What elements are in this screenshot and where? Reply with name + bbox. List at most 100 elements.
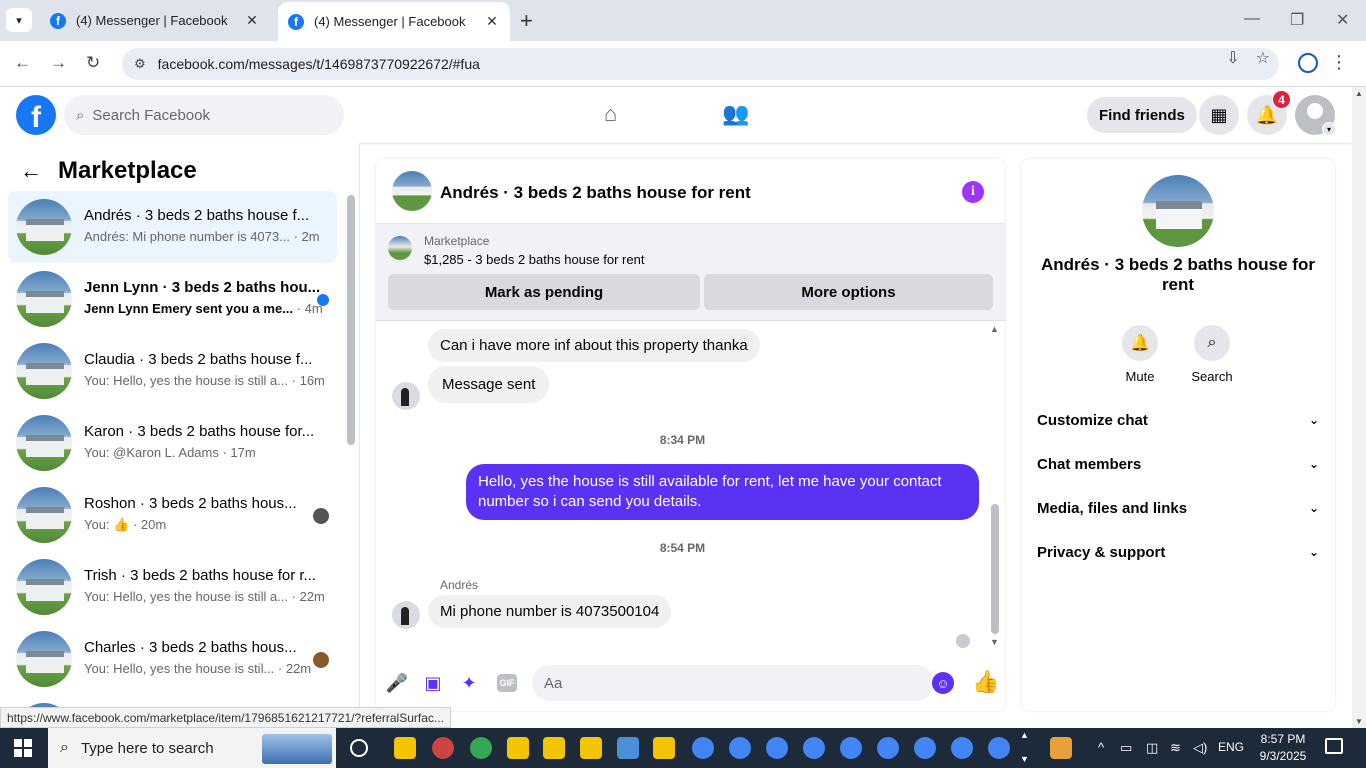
file-explorer-icon[interactable]: [580, 737, 602, 759]
action-center-icon[interactable]: [1325, 738, 1343, 754]
privacy-support-row[interactable]: Privacy & support ⌄: [1037, 530, 1319, 574]
mute-button[interactable]: 🔔 Mute: [1110, 325, 1170, 384]
file-explorer-icon[interactable]: [543, 737, 565, 759]
app-icon[interactable]: [394, 737, 416, 759]
minimize-icon[interactable]: —: [1244, 10, 1260, 28]
chrome-icon[interactable]: [470, 737, 492, 759]
site-info-icon[interactable]: ⚙: [134, 56, 146, 72]
chrome-icon[interactable]: [877, 737, 899, 759]
browser-menu-icon[interactable]: ⋮: [1330, 52, 1348, 73]
app-icon[interactable]: [617, 737, 639, 759]
scroll-up-icon[interactable]: ▲: [1355, 89, 1363, 98]
forward-icon[interactable]: →: [50, 53, 67, 73]
microphone-icon[interactable]: 🎤: [386, 672, 408, 694]
chrome-icon[interactable]: [951, 737, 973, 759]
more-options-button[interactable]: More options: [704, 274, 993, 310]
menu-grid-icon[interactable]: ▦: [1199, 95, 1239, 135]
chat-list-item[interactable]: Claudia · 3 beds 2 baths house f... You:…: [8, 335, 337, 407]
taskbar-search-input[interactable]: ⌕ Type here to search: [48, 728, 336, 768]
url-bar[interactable]: ⚙ facebook.com/messages/t/14698737709226…: [122, 48, 1279, 80]
taskbar-scroll-up-icon[interactable]: ▲: [1020, 730, 1029, 740]
chrome-icon[interactable]: [803, 737, 825, 759]
conversation-title[interactable]: Andrés · 3 beds 2 baths house for rent: [440, 183, 751, 203]
chat-list-item[interactable]: Karon · 3 beds 2 baths house for... You:…: [8, 407, 337, 479]
chat-preview: You: Hello, yes the house is still a...: [84, 373, 289, 388]
chat-list-item[interactable]: Jenn Lynn · 3 beds 2 baths hou... Jenn L…: [8, 263, 337, 335]
window-close-icon[interactable]: ✕: [1336, 10, 1349, 30]
mark-as-pending-button[interactable]: Mark as pending: [388, 274, 700, 310]
browser-tab-1[interactable]: f (4) Messenger | Facebook ✕: [40, 0, 270, 41]
conversation-avatar[interactable]: [392, 171, 432, 211]
photo-icon[interactable]: ▣: [422, 672, 444, 694]
task-view-icon[interactable]: [350, 739, 368, 757]
media-files-links-row[interactable]: Media, files and links ⌄: [1037, 486, 1319, 530]
install-app-icon[interactable]: ⇩: [1226, 48, 1239, 68]
page-scrollbar[interactable]: ▲ ▼: [1352, 87, 1366, 728]
find-friends-button[interactable]: Find friends: [1087, 97, 1197, 133]
chrome-icon[interactable]: [692, 737, 714, 759]
emoji-icon[interactable]: ☺: [932, 672, 954, 694]
chat-list-item[interactable]: Roshon · 3 beds 2 baths hous... You: 👍 ·…: [8, 479, 337, 551]
thread-scrollbar[interactable]: [991, 504, 999, 634]
close-tab-icon[interactable]: ✕: [244, 12, 260, 29]
file-explorer-icon[interactable]: [653, 737, 675, 759]
friends-icon[interactable]: 👥: [722, 101, 749, 127]
language-indicator[interactable]: ENG: [1218, 740, 1244, 754]
address-bar-row: ← → ↻ ⚙ facebook.com/messages/t/14698737…: [0, 41, 1366, 87]
browser-profile-icon[interactable]: [1298, 53, 1318, 73]
volume-icon[interactable]: ◁): [1193, 740, 1207, 756]
message-input[interactable]: Aa: [532, 665, 934, 701]
facebook-search-input[interactable]: ⌕ Search Facebook: [64, 95, 344, 135]
chat-members-row[interactable]: Chat members ⌄: [1037, 442, 1319, 486]
meet-icon[interactable]: ◫: [1146, 740, 1158, 756]
listing-thumbnail: [16, 343, 72, 399]
back-arrow-icon[interactable]: ←: [20, 158, 42, 184]
search-in-chat-button[interactable]: ⌕ Search: [1182, 325, 1242, 384]
restore-icon[interactable]: ❐: [1290, 10, 1304, 30]
scroll-down-icon[interactable]: ▼: [1355, 717, 1363, 726]
info-icon[interactable]: i: [962, 181, 984, 203]
home-icon[interactable]: ⌂: [604, 101, 617, 127]
thumbs-up-icon[interactable]: 👍: [972, 669, 999, 695]
taskbar-clock[interactable]: 8:57 PM 9/3/2025: [1255, 731, 1311, 765]
message-bubble: Can i have more inf about this property …: [428, 329, 760, 362]
chat-list-item[interactable]: Charles · 3 beds 2 baths hous... You: He…: [8, 623, 337, 695]
listing-price[interactable]: $1,285 - 3 beds 2 baths house for rent: [424, 252, 644, 267]
scroll-up-icon[interactable]: ▲: [990, 324, 999, 334]
wifi-icon[interactable]: ≋: [1170, 740, 1181, 756]
sender-avatar[interactable]: [392, 382, 420, 410]
chat-list-item[interactable]: Trish · 3 beds 2 baths house for r... Yo…: [8, 551, 337, 623]
scroll-down-icon[interactable]: ▼: [990, 637, 999, 647]
sticker-icon[interactable]: ✦: [458, 672, 480, 694]
bookmark-star-icon[interactable]: ☆: [1256, 48, 1270, 68]
customize-chat-row[interactable]: Customize chat ⌄: [1037, 398, 1319, 442]
facebook-logo-icon[interactable]: f: [16, 95, 56, 135]
chat-preview: You: Hello, yes the house is still a...: [84, 589, 289, 604]
tab-search-dropdown[interactable]: ▾: [6, 8, 32, 32]
sidebar-scrollbar[interactable]: [347, 195, 355, 445]
gif-icon[interactable]: GIF: [497, 674, 517, 692]
close-tab-icon[interactable]: ✕: [484, 13, 500, 30]
file-explorer-icon[interactable]: [507, 737, 529, 759]
chrome-icon[interactable]: [766, 737, 788, 759]
chrome-icon[interactable]: [729, 737, 751, 759]
listing-avatar[interactable]: [1142, 175, 1214, 247]
app-icon[interactable]: [1050, 737, 1072, 759]
windows-start-icon[interactable]: [14, 739, 32, 757]
browser-tab-2[interactable]: f (4) Messenger | Facebook ✕: [278, 2, 510, 41]
chrome-icon[interactable]: [914, 737, 936, 759]
show-hidden-icons-icon[interactable]: ^: [1098, 740, 1104, 755]
app-icon[interactable]: [432, 737, 454, 759]
marketplace-chat-list: ← Marketplace Andrés · 3 beds 2 baths ho…: [0, 143, 360, 711]
taskbar-scroll-down-icon[interactable]: ▼: [1020, 754, 1029, 764]
chevron-down-icon[interactable]: ▾: [1322, 122, 1336, 136]
new-tab-icon[interactable]: +: [520, 8, 533, 34]
sender-avatar[interactable]: [392, 601, 420, 629]
listing-thumbnail[interactable]: [388, 236, 412, 260]
chat-list-item[interactable]: Andrés · 3 beds 2 baths house f... André…: [8, 191, 337, 263]
reload-icon[interactable]: ↻: [86, 53, 100, 73]
battery-icon[interactable]: ▭: [1120, 740, 1132, 756]
chrome-icon[interactable]: [840, 737, 862, 759]
back-icon[interactable]: ←: [14, 53, 31, 73]
chrome-icon[interactable]: [988, 737, 1010, 759]
